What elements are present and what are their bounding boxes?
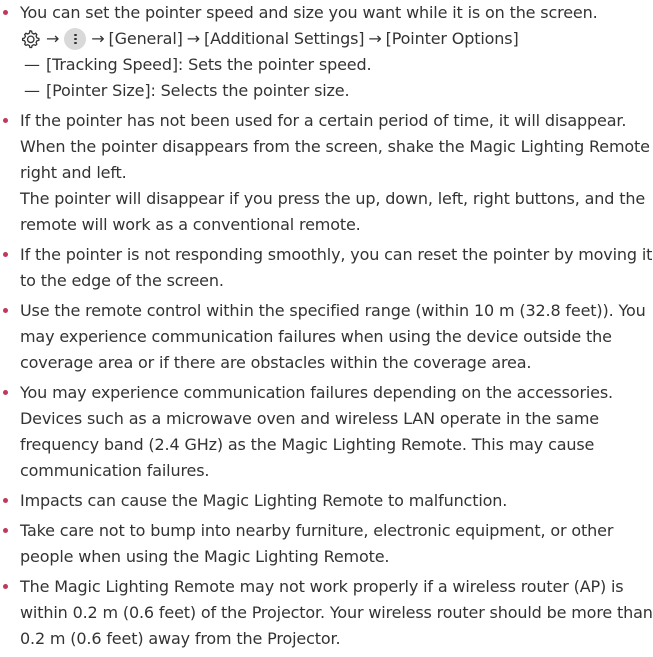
menu-general: [General] — [108, 29, 183, 48]
menu-pointer-options: [Pointer Options] — [385, 29, 519, 48]
arrow: → — [91, 29, 105, 48]
bullet — [3, 390, 8, 395]
bullet — [3, 498, 8, 503]
arrow: → — [368, 29, 382, 48]
notes-list: You can set the pointer speed and size y… — [0, 0, 653, 652]
dash: — — [24, 55, 40, 74]
sub-item-pointer-size: — [Pointer Size]: Selects the pointer siz… — [20, 78, 653, 104]
bullet — [3, 10, 8, 15]
note-text: Use the remote control within the specif… — [20, 301, 646, 372]
menu-additional-settings: [Additional Settings] — [204, 29, 365, 48]
note-interference: You may experience communication failure… — [0, 380, 653, 484]
note-impacts: Impacts can cause the Magic Lighting Rem… — [0, 488, 653, 514]
dash: — — [24, 81, 40, 100]
note-take-care: Take care not to bump into nearby furnit… — [0, 518, 653, 570]
note-text: You may experience communication failure… — [20, 383, 613, 480]
bullet — [3, 528, 8, 533]
note-pointer-reset: If the pointer is not responding smoothl… — [0, 242, 653, 294]
note-text: You can set the pointer speed and size y… — [20, 3, 598, 22]
bullet — [3, 584, 8, 589]
note-wireless-router: The Magic Lighting Remote may not work p… — [0, 574, 653, 652]
settings-path: → → [General] → [Additional Settings] → … — [20, 26, 653, 52]
note-text: The pointer will disappear if you press … — [20, 189, 646, 234]
note-pointer-disappear: If the pointer has not been used for a c… — [0, 108, 653, 238]
sub-item-text: [Pointer Size]: Selects the pointer size… — [46, 81, 350, 100]
gear-icon — [21, 30, 40, 49]
manual-page: You can set the pointer speed and size y… — [0, 0, 653, 652]
note-text: Impacts can cause the Magic Lighting Rem… — [20, 491, 508, 510]
arrow: → — [46, 29, 60, 48]
note-remote-range: Use the remote control within the specif… — [0, 298, 653, 376]
sub-item-tracking-speed: — [Tracking Speed]: Sets the pointer spee… — [20, 52, 653, 78]
note-text: The Magic Lighting Remote may not work p… — [20, 577, 653, 648]
note-text: If the pointer has not been used for a c… — [20, 111, 650, 182]
bullet — [3, 252, 8, 257]
arrow: → — [186, 29, 200, 48]
more-vertical-icon — [64, 28, 87, 50]
bullet — [3, 118, 8, 123]
note-text: Take care not to bump into nearby furnit… — [20, 521, 614, 566]
note-pointer-settings: You can set the pointer speed and size y… — [0, 0, 653, 104]
sub-item-text: [Tracking Speed]: Sets the pointer speed… — [46, 55, 372, 74]
bullet — [3, 308, 8, 313]
note-text: If the pointer is not responding smoothl… — [20, 245, 653, 290]
